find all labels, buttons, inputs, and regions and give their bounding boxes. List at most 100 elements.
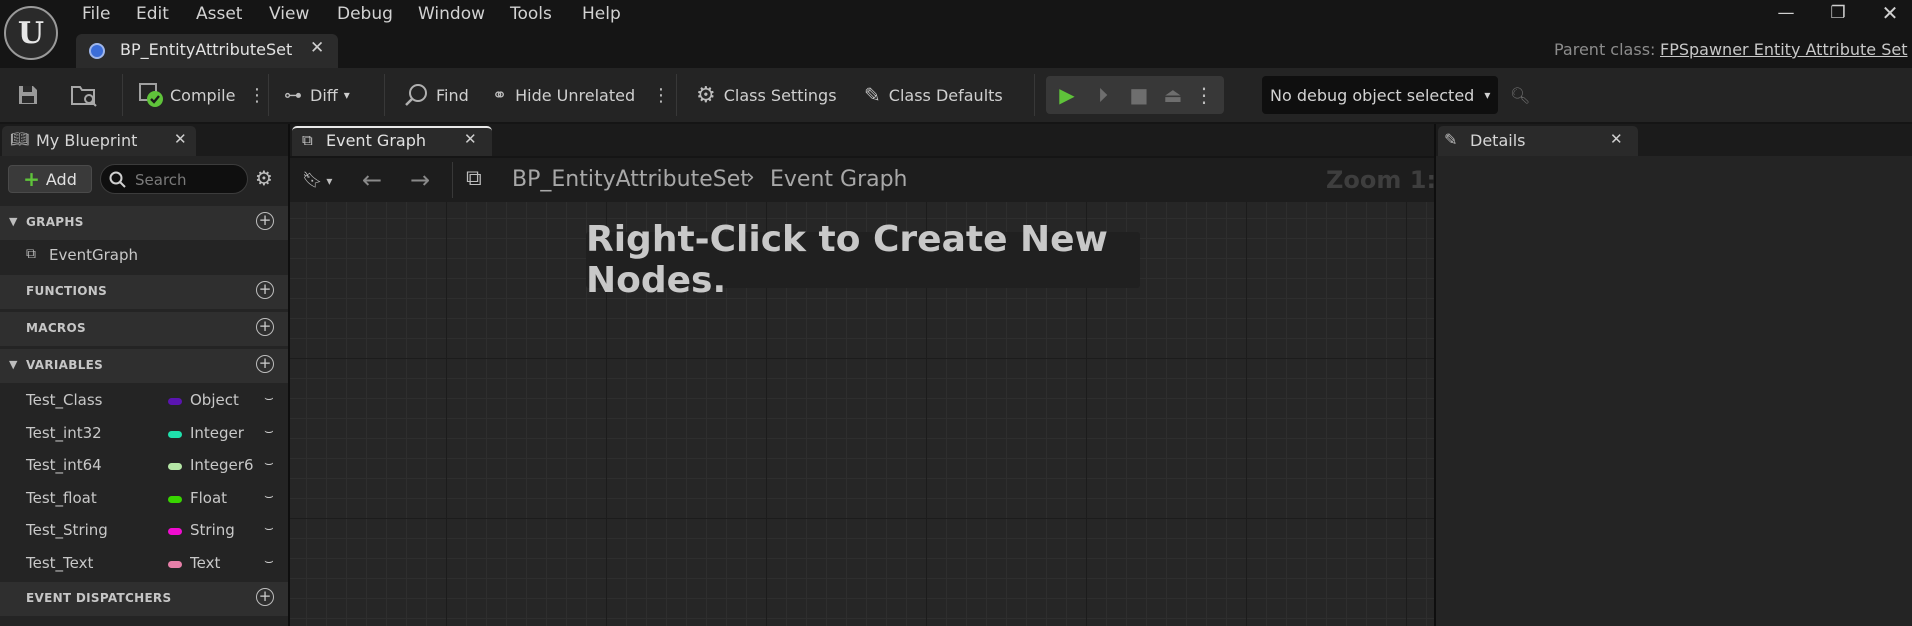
back-arrow-icon[interactable]: ←	[362, 166, 382, 194]
tab-event-graph[interactable]: ⧉ Event Graph ✕	[292, 126, 492, 156]
tab-my-blueprint-label: My Blueprint	[36, 131, 138, 150]
debug-object-select[interactable]: No debug object selected ▾	[1262, 76, 1498, 114]
breadcrumb-root[interactable]: BP_EntityAttributeSet	[512, 167, 749, 192]
section-macros[interactable]: MACROS +	[0, 312, 288, 346]
unreal-logo-icon[interactable]: U	[4, 6, 58, 60]
section-event-dispatchers[interactable]: EVENT DISPATCHERS +	[0, 582, 288, 616]
variable-row[interactable]: Test_int32 Integer ⌣	[0, 418, 288, 450]
toolbar-separator	[676, 74, 677, 116]
class-defaults-button[interactable]: ✎ Class Defaults	[864, 79, 1003, 111]
menu-view[interactable]: View	[269, 4, 309, 26]
list-item-eventgraph[interactable]: ⧉ EventGraph	[0, 240, 288, 272]
add-button[interactable]: + Add	[8, 165, 92, 193]
minimize-button[interactable]: —	[1764, 0, 1808, 28]
variable-row[interactable]: Test_float Float ⌣	[0, 483, 288, 515]
variable-name: Test_Text	[26, 554, 94, 572]
variable-type-pill[interactable]	[168, 496, 182, 503]
variable-type-pill[interactable]	[168, 398, 182, 405]
variable-type-pill[interactable]	[168, 431, 182, 438]
debug-object-label: No debug object selected	[1270, 85, 1475, 105]
visibility-eye-icon[interactable]: ⌣	[264, 519, 274, 537]
graph-icon: ⧉	[466, 166, 482, 191]
hide-unrelated-button[interactable]: ⚭ Hide Unrelated	[492, 79, 635, 111]
add-event-dispatcher-icon[interactable]: +	[256, 588, 274, 606]
variable-type-pill[interactable]	[168, 528, 182, 535]
hide-unrelated-label: Hide Unrelated	[515, 85, 636, 105]
browse-button[interactable]	[70, 79, 98, 111]
variable-name: Test_int64	[26, 456, 102, 474]
close-tab-icon[interactable]: ✕	[1610, 130, 1623, 148]
blueprint-book-icon: 📖︎	[10, 130, 30, 148]
parent-class-link[interactable]: FPSpawner Entity Attribute Set	[1660, 40, 1908, 59]
visibility-eye-icon[interactable]: ⌣	[264, 422, 274, 440]
visibility-eye-icon[interactable]: ⌣	[264, 454, 274, 472]
diff-button[interactable]: ⊶ Diff ▾	[284, 79, 350, 111]
stop-icon[interactable]: ■	[1122, 78, 1156, 112]
collapse-triangle-icon: ▼	[9, 215, 18, 228]
variable-row[interactable]: Test_Text Text ⌣	[0, 548, 288, 580]
variable-row[interactable]: Test_String String ⌣	[0, 515, 288, 547]
add-variable-icon[interactable]: +	[256, 355, 274, 373]
menu-help[interactable]: Help	[582, 4, 621, 26]
compile-label: Compile	[170, 85, 236, 105]
document-tab[interactable]: BP_EntityAttributeSet ✕	[76, 34, 338, 68]
section-graphs[interactable]: ▼ GRAPHS +	[0, 206, 288, 240]
section-variables-label: VARIABLES	[26, 358, 104, 372]
search-field[interactable]	[100, 164, 248, 194]
add-label: Add	[45, 169, 77, 189]
parent-class-label: Parent class:	[1554, 40, 1656, 59]
section-variables[interactable]: ▼ VARIABLES +	[0, 349, 288, 383]
variable-type-pill[interactable]	[168, 463, 182, 470]
add-function-icon[interactable]: +	[256, 281, 274, 299]
class-settings-label: Class Settings	[723, 85, 837, 105]
tab-details[interactable]: ✎ Details ✕	[1438, 126, 1638, 156]
find-icon	[405, 84, 427, 106]
close-window-button[interactable]: ✕	[1868, 0, 1912, 28]
save-button[interactable]	[16, 79, 40, 111]
find-options-icon[interactable]: ⋮	[652, 79, 670, 111]
toolbar-separator	[122, 74, 123, 116]
close-tab-icon[interactable]: ✕	[310, 38, 324, 58]
class-settings-button[interactable]: ⚙ Class Settings	[696, 79, 837, 111]
menu-tools[interactable]: Tools	[510, 4, 552, 26]
add-graph-icon[interactable]: +	[256, 212, 274, 230]
menu-asset[interactable]: Asset	[196, 4, 242, 26]
menu-window[interactable]: Window	[418, 4, 485, 26]
graph-icon: ⧉	[302, 131, 313, 149]
play-options-icon[interactable]: ⋮	[1192, 78, 1216, 112]
section-functions[interactable]: FUNCTIONS +	[0, 275, 288, 309]
find-button[interactable]: Find	[404, 79, 469, 111]
find-label: Find	[436, 85, 469, 105]
variable-row[interactable]: Test_Class Object ⌣	[0, 385, 288, 417]
tab-my-blueprint[interactable]: 📖︎ My Blueprint ✕	[2, 126, 196, 156]
graph-name: EventGraph	[49, 246, 138, 264]
close-tab-icon[interactable]: ✕	[174, 130, 187, 148]
bookmark-icon[interactable]: 🔖︎ ▾	[302, 170, 332, 189]
variable-type-pill[interactable]	[168, 561, 182, 568]
visibility-eye-icon[interactable]: ⌣	[264, 389, 274, 407]
visibility-eye-icon[interactable]: ⌣	[264, 552, 274, 570]
compile-options-icon[interactable]: ⋮	[248, 79, 266, 111]
toolbar-separator	[268, 74, 269, 116]
chevron-down-icon: ▾	[343, 88, 350, 102]
add-macro-icon[interactable]: +	[256, 318, 274, 336]
menu-debug[interactable]: Debug	[337, 4, 393, 26]
debug-browse-icon[interactable]: 🔍︎	[1510, 79, 1530, 111]
restore-button[interactable]: ❐	[1816, 0, 1860, 28]
menu-file[interactable]: File	[82, 4, 110, 26]
menu-edit[interactable]: Edit	[136, 4, 169, 26]
visibility-eye-icon[interactable]: ⌣	[264, 487, 274, 505]
tab-event-graph-label: Event Graph	[326, 131, 426, 150]
settings-gear-icon[interactable]: ⚙	[255, 166, 273, 190]
variable-row[interactable]: Test_int64 Integer64 ⌣	[0, 450, 288, 482]
step-icon[interactable]: ⏵	[1086, 78, 1120, 112]
forward-arrow-icon[interactable]: →	[410, 166, 430, 194]
play-icon[interactable]: ▶	[1050, 78, 1084, 112]
compile-button[interactable]: Compile	[138, 79, 235, 111]
eject-icon[interactable]: ⏏	[1156, 78, 1190, 112]
close-tab-icon[interactable]: ✕	[464, 130, 477, 148]
blueprint-icon	[89, 43, 105, 59]
search-input[interactable]	[133, 169, 245, 191]
variable-type: Integer64	[190, 456, 254, 474]
hide-unrelated-icon: ⚭	[492, 84, 508, 106]
